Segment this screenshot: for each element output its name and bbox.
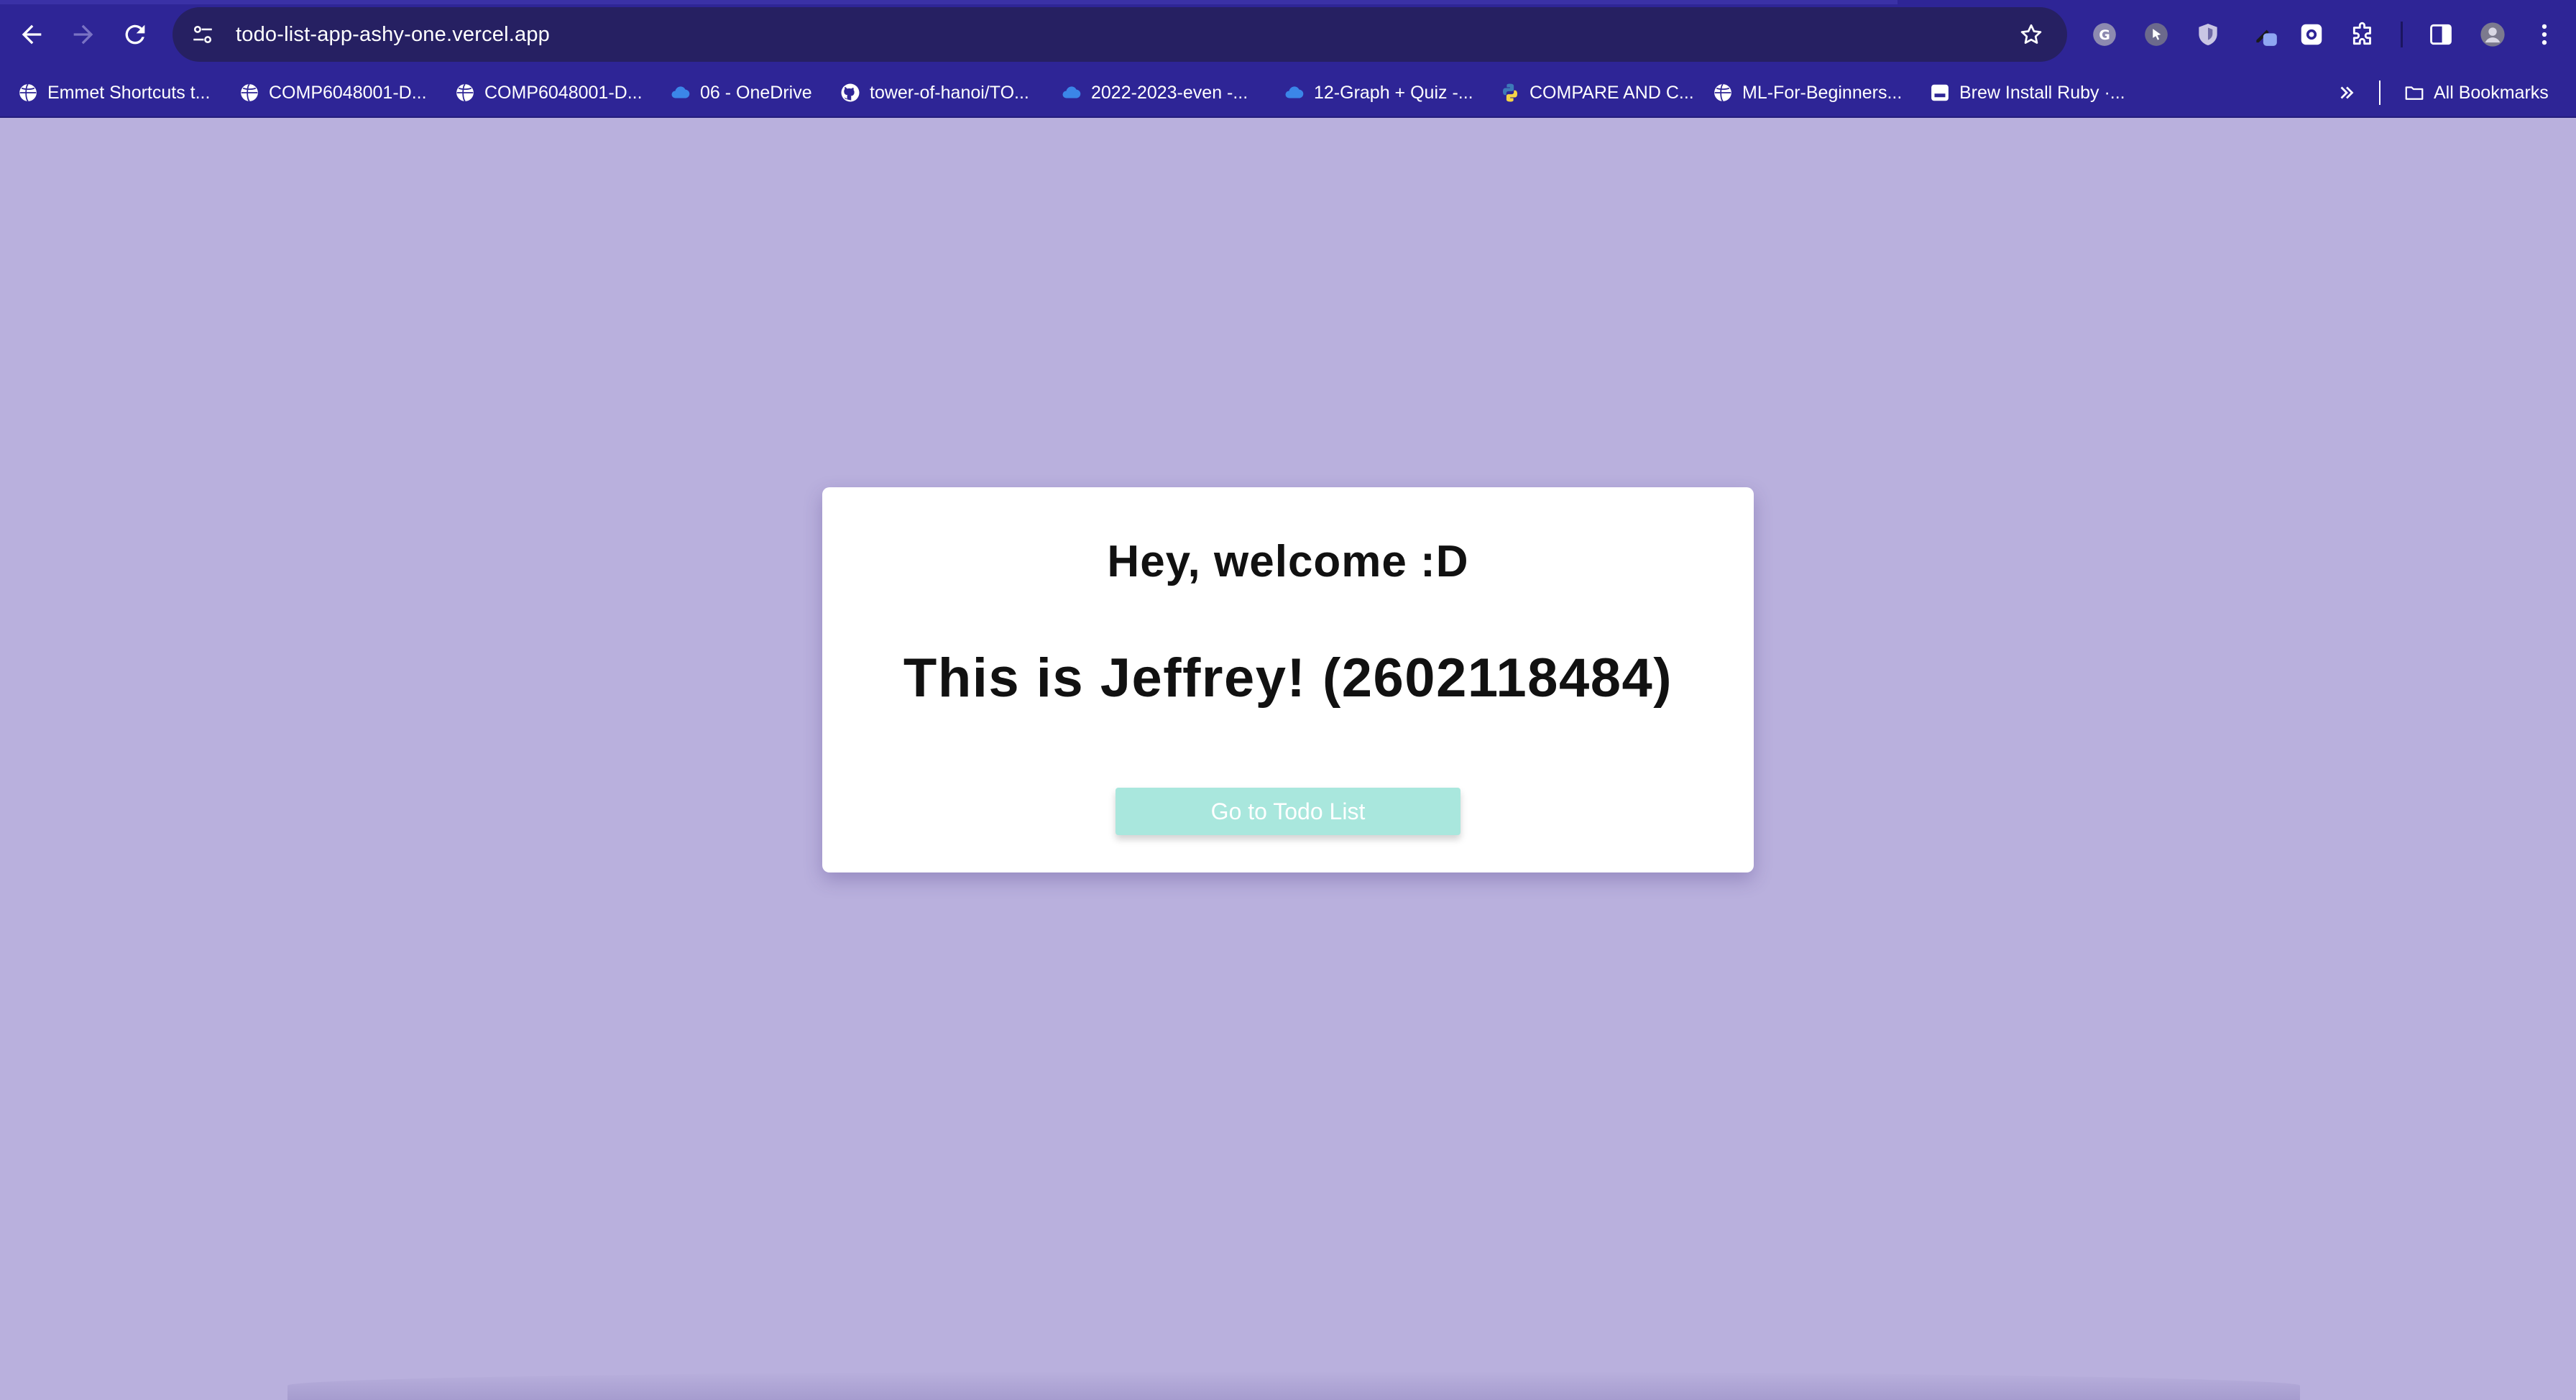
site-info-button[interactable] bbox=[183, 14, 223, 55]
bookmark-item[interactable]: ML-For-Beginners... bbox=[1712, 76, 1902, 109]
side-panel-icon bbox=[2430, 24, 2452, 45]
arrow-right-icon bbox=[73, 24, 93, 45]
globe-icon bbox=[1712, 82, 1734, 103]
folder-icon bbox=[2404, 82, 2425, 103]
bookmarks-bar: Emmet Shortcuts t... COMP6048001-D... CO… bbox=[0, 69, 2576, 118]
bookmark-item[interactable]: 12-Graph + Quiz -... bbox=[1284, 76, 1473, 109]
bookmark-item[interactable]: 2022-2023-even -... bbox=[1061, 76, 1248, 109]
tab-extension-button[interactable] bbox=[2242, 11, 2288, 57]
welcome-card: Hey, welcome :D This is Jeffrey! (260211… bbox=[822, 487, 1754, 872]
more-vertical-icon bbox=[2542, 24, 2547, 45]
address-bar[interactable]: todo-list-app-ashy-one.vercel.app bbox=[172, 7, 2067, 62]
bookmark-label: 2022-2023-even -... bbox=[1091, 82, 1248, 103]
browser-toolbar: todo-list-app-ashy-one.vercel.app G bbox=[0, 0, 2576, 69]
cloud-icon bbox=[1284, 82, 1305, 103]
globe-icon bbox=[17, 82, 39, 103]
avatar bbox=[2480, 22, 2505, 47]
back-button[interactable] bbox=[6, 9, 58, 60]
side-panel-button[interactable] bbox=[2418, 11, 2464, 57]
shield-extension-button[interactable] bbox=[2185, 11, 2231, 57]
bookmark-label: COMPARE AND C... bbox=[1530, 82, 1694, 103]
grammarly-extension-button[interactable]: G bbox=[2082, 11, 2128, 57]
all-bookmarks-label: All Bookmarks bbox=[2434, 82, 2549, 103]
bookmark-item[interactable]: Brew Install Ruby ·... bbox=[1929, 76, 2125, 109]
star-icon bbox=[2020, 24, 2042, 44]
extensions-button[interactable] bbox=[2340, 11, 2386, 57]
toolbar-divider bbox=[2401, 22, 2403, 47]
github-icon bbox=[840, 82, 861, 103]
globe-icon bbox=[239, 82, 260, 103]
go-to-todo-list-button[interactable]: Go to Todo List bbox=[1116, 788, 1460, 835]
bookmark-label: ML-For-Beginners... bbox=[1742, 82, 1903, 103]
browser-menu-button[interactable] bbox=[2521, 11, 2567, 57]
shield-icon bbox=[2199, 23, 2217, 46]
screen-capture-extension-button[interactable] bbox=[2288, 11, 2334, 57]
grammarly-icon: G bbox=[2093, 23, 2116, 46]
chevron-double-right-icon bbox=[2336, 82, 2358, 103]
bookmark-item[interactable]: tower-of-hanoi/TO... bbox=[840, 76, 1029, 109]
forward-button[interactable] bbox=[58, 9, 109, 60]
bookmark-label: Brew Install Ruby ·... bbox=[1959, 82, 2125, 103]
python-icon bbox=[1499, 82, 1521, 103]
bookmark-label: Emmet Shortcuts t... bbox=[47, 82, 211, 103]
cloud-icon bbox=[1061, 82, 1082, 103]
greeting-heading: Hey, welcome :D bbox=[1107, 537, 1469, 586]
reload-button[interactable] bbox=[109, 9, 161, 60]
bookmark-label: tower-of-hanoi/TO... bbox=[870, 82, 1029, 103]
cloud-icon bbox=[670, 82, 691, 103]
bookmark-star-button[interactable] bbox=[2012, 16, 2050, 53]
camera-icon bbox=[2301, 24, 2322, 45]
pen-badge-icon bbox=[2256, 29, 2277, 46]
svg-text:G: G bbox=[2099, 27, 2110, 43]
bookmark-item[interactable]: COMPARE AND C... bbox=[1499, 76, 1694, 109]
bookmarks-divider bbox=[2379, 80, 2380, 105]
page-bottom-shadow bbox=[288, 1371, 2300, 1400]
tab-strip-edge bbox=[0, 0, 1898, 4]
bookmark-label: COMP6048001-D... bbox=[484, 82, 643, 103]
reload-icon bbox=[125, 24, 145, 45]
cursor-extension-button[interactable] bbox=[2133, 11, 2179, 57]
puzzle-piece-icon bbox=[2352, 22, 2371, 45]
bookmark-item[interactable]: Emmet Shortcuts t... bbox=[17, 76, 210, 109]
bookmark-item[interactable]: COMP6048001-D... bbox=[454, 76, 643, 109]
bookmark-item[interactable]: COMP6048001-D... bbox=[239, 76, 427, 109]
globe-icon bbox=[454, 82, 476, 103]
arrow-left-icon bbox=[22, 24, 42, 45]
bookmark-page-icon bbox=[1929, 82, 1951, 103]
more-bookmarks-button[interactable] bbox=[2336, 76, 2366, 109]
cursor-icon bbox=[2145, 23, 2168, 46]
page-content: Hey, welcome :D This is Jeffrey! (260211… bbox=[0, 119, 2576, 1400]
profile-button[interactable] bbox=[2470, 11, 2516, 57]
all-bookmarks-button[interactable]: All Bookmarks bbox=[2404, 76, 2549, 109]
bookmark-label: 12-Graph + Quiz -... bbox=[1314, 82, 1473, 103]
intro-heading: This is Jeffrey! (2602118484) bbox=[903, 648, 1673, 709]
tune-icon bbox=[193, 25, 212, 44]
bookmark-label: COMP6048001-D... bbox=[269, 82, 427, 103]
bookmark-label: 06 - OneDrive bbox=[700, 82, 812, 103]
bookmark-item[interactable]: 06 - OneDrive bbox=[670, 76, 812, 109]
url-text[interactable]: todo-list-app-ashy-one.vercel.app bbox=[236, 23, 550, 47]
